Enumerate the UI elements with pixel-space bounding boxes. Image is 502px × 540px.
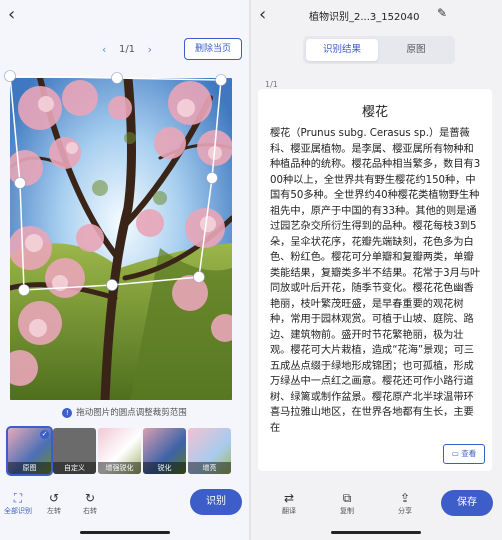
pencil-icon[interactable]: ✎ bbox=[437, 6, 447, 20]
translate-icon: ⇄ bbox=[283, 491, 295, 505]
copy-tool[interactable]: ⧉ 复制 bbox=[327, 490, 367, 516]
rotate-left-tool[interactable]: ↺ 左转 bbox=[36, 490, 72, 516]
view-button[interactable]: ▭ 查看 bbox=[443, 444, 485, 464]
filter-custom[interactable]: 自定义 bbox=[53, 428, 96, 474]
crop-editor-panel: ‹ ‹ 1/1 › 删除当页 ! 拖动图片的圆点调整裁剪范围 ✓ 原图 自定义 … bbox=[0, 0, 249, 540]
save-button[interactable]: 保存 bbox=[441, 490, 493, 516]
tab-original[interactable]: 原图 bbox=[380, 39, 452, 61]
crop-handle-top-right[interactable] bbox=[215, 74, 227, 86]
crop-full-icon: ⛶ bbox=[13, 491, 23, 505]
copy-icon: ⧉ bbox=[342, 491, 352, 505]
crop-handle-bottom-right[interactable] bbox=[193, 271, 205, 283]
chevron-left-icon[interactable]: ‹ bbox=[259, 6, 266, 24]
book-icon: ▭ bbox=[451, 449, 459, 458]
share-tool[interactable]: ⇪ 分享 bbox=[385, 490, 425, 516]
result-page-number: 1/1 bbox=[265, 80, 278, 89]
home-indicator bbox=[80, 531, 170, 534]
rotate-right-icon: ↻ bbox=[84, 491, 96, 505]
recognition-result-card: 樱花 樱花（Prunus subg. Cerasus sp.）是蔷薇科、樱亚属植… bbox=[258, 89, 492, 471]
rotate-right-tool[interactable]: ↻ 右转 bbox=[72, 490, 108, 516]
crop-handle-top-left[interactable] bbox=[4, 70, 16, 82]
document-title[interactable]: 植物识别_2...3_152040 bbox=[309, 8, 419, 23]
filter-strip: ✓ 原图 自定义 增强锐化 锐化 增亮 bbox=[6, 426, 249, 476]
translate-tool[interactable]: ⇄ 翻译 bbox=[269, 490, 309, 516]
share-icon: ⇪ bbox=[399, 491, 411, 505]
home-indicator bbox=[331, 531, 421, 534]
crop-handle-right[interactable] bbox=[206, 172, 218, 184]
filter-brighten[interactable]: 增亮 bbox=[188, 428, 231, 474]
crop-handle-top[interactable] bbox=[111, 72, 123, 84]
rotate-left-icon: ↺ bbox=[48, 491, 60, 505]
filter-original[interactable]: ✓ 原图 bbox=[6, 426, 53, 476]
crop-handle-left[interactable] bbox=[14, 177, 26, 189]
tab-result[interactable]: 识别结果 bbox=[306, 39, 378, 61]
crop-frame bbox=[4, 70, 227, 296]
info-icon: ! bbox=[62, 407, 73, 418]
crop-handle-bottom[interactable] bbox=[106, 279, 118, 291]
view-switcher: 识别结果 原图 bbox=[303, 36, 455, 64]
recognize-button[interactable]: 识别 bbox=[190, 489, 242, 515]
edit-toolbar: ⛶ 全部识别 ↺ 左转 ↻ 右转 bbox=[0, 490, 108, 516]
result-heading: 樱花 bbox=[361, 105, 388, 120]
full-recognize-tool[interactable]: ⛶ 全部识别 bbox=[0, 490, 36, 516]
filter-enhance-sharpen[interactable]: 增强锐化 bbox=[98, 428, 141, 474]
crop-hint: ! 拖动图片的圆点调整裁剪范围 bbox=[0, 406, 249, 418]
checkmark-icon: ✓ bbox=[40, 430, 49, 439]
result-text[interactable]: 樱花（Prunus subg. Cerasus sp.）是蔷薇科、樱亚属植物。是… bbox=[270, 126, 482, 436]
filter-sharpen[interactable]: 锐化 bbox=[143, 428, 186, 474]
crop-handle-bottom-left[interactable] bbox=[18, 284, 30, 296]
